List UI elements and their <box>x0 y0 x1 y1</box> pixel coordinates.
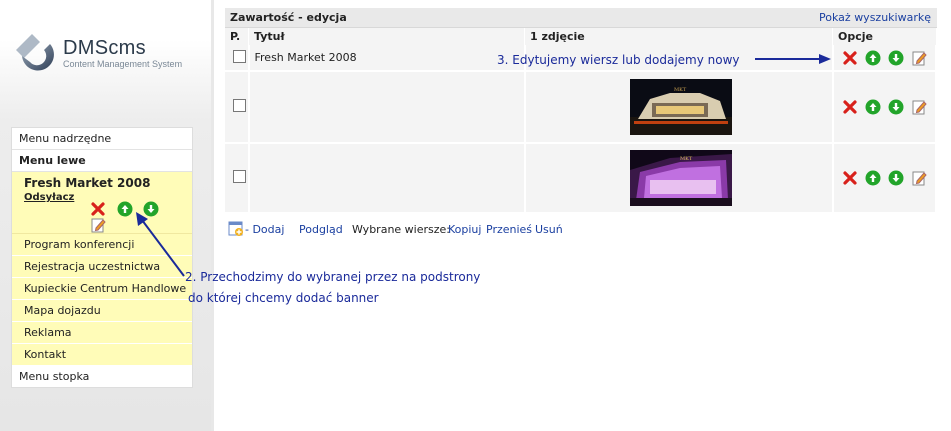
move-up-icon[interactable] <box>865 50 881 66</box>
delete-icon[interactable] <box>90 201 106 217</box>
col-options: Opcje <box>832 28 937 45</box>
menu-top[interactable]: Menu nadrzędne <box>12 128 192 150</box>
col-title: Tytuł <box>248 28 525 45</box>
page-title: Zawartość - edycja <box>230 11 347 24</box>
table-footer: - Dodaj Podgląd Wybrane wiersze: Kopiuj … <box>225 220 937 238</box>
add-icon[interactable] <box>228 221 244 237</box>
move-down-icon[interactable] <box>888 170 904 186</box>
row-actions <box>832 45 937 72</box>
dmscms-logo-icon <box>16 34 54 71</box>
col-photo: 1 zdjęcie <box>524 28 833 45</box>
move-up-icon[interactable] <box>865 170 881 186</box>
menu-bottom[interactable]: Menu stopka <box>12 366 192 387</box>
panel-header: Zawartość - edycja Pokaż wyszukiwarkę <box>225 8 937 28</box>
move-link[interactable]: Przenieś <box>486 223 532 236</box>
edit-icon[interactable] <box>911 99 927 115</box>
logo-tagline: Content Management System <box>63 59 183 69</box>
show-search-link[interactable]: Pokaż wyszukiwarkę <box>819 11 931 24</box>
row-checkbox[interactable] <box>233 99 246 112</box>
move-up-icon[interactable] <box>865 99 881 115</box>
table-row: MKT <box>225 143 937 214</box>
edit-icon[interactable] <box>90 217 106 233</box>
delete-icon[interactable] <box>842 99 858 115</box>
row-title: Fresh Market 2008 <box>248 45 526 72</box>
add-link[interactable]: - Dodaj <box>245 223 284 236</box>
divider <box>211 0 214 431</box>
active-item-title[interactable]: Fresh Market 2008 <box>24 176 192 190</box>
selected-rows-label: Wybrane wiersze: <box>352 223 450 236</box>
logo: DMScms Content Management System <box>10 28 200 78</box>
logo-name: DMScms <box>63 37 146 59</box>
delete-icon[interactable] <box>842 50 858 66</box>
menu-item[interactable]: Kontakt <box>12 344 192 366</box>
col-p: P. <box>225 28 249 45</box>
delete-link[interactable]: Usuń <box>535 223 563 236</box>
table-row: MKT <box>225 71 937 144</box>
svg-text:MKT: MKT <box>674 87 687 93</box>
menu-item[interactable]: Reklama <box>12 322 192 344</box>
annotation-arrow-icon <box>136 212 185 277</box>
menu-left-header[interactable]: Menu lewe <box>12 150 192 172</box>
row-actions <box>832 71 937 144</box>
svg-text:MKT: MKT <box>680 156 693 162</box>
row-title <box>248 143 526 214</box>
delete-icon[interactable] <box>842 170 858 186</box>
banner-thumbnail[interactable]: MKT <box>630 79 732 135</box>
move-up-icon[interactable] <box>117 201 133 217</box>
row-title <box>248 71 526 144</box>
move-down-icon[interactable] <box>888 50 904 66</box>
menu-item[interactable]: Mapa dojazdu <box>12 300 192 322</box>
move-down-icon[interactable] <box>888 99 904 115</box>
content-panel: Zawartość - edycja Pokaż wyszukiwarkę P.… <box>225 8 937 238</box>
annotation-step2-line1: 2. Przechodzimy do wybranej przez na pod… <box>185 270 481 284</box>
edit-icon[interactable] <box>911 50 927 66</box>
annotation-step2-line2: do której chcemy dodać banner <box>188 291 379 305</box>
row-actions <box>832 143 937 214</box>
copy-link[interactable]: Kopiuj <box>448 223 481 236</box>
edit-icon[interactable] <box>911 170 927 186</box>
row-checkbox[interactable] <box>233 170 246 183</box>
annotation-arrow-icon <box>755 54 831 64</box>
row-checkbox[interactable] <box>233 49 246 63</box>
preview-link[interactable]: Podgląd <box>299 223 343 236</box>
annotation-step3: 3. Edytujemy wiersz lub dodajemy nowy <box>497 53 740 67</box>
banner-thumbnail[interactable]: MKT <box>630 150 732 206</box>
